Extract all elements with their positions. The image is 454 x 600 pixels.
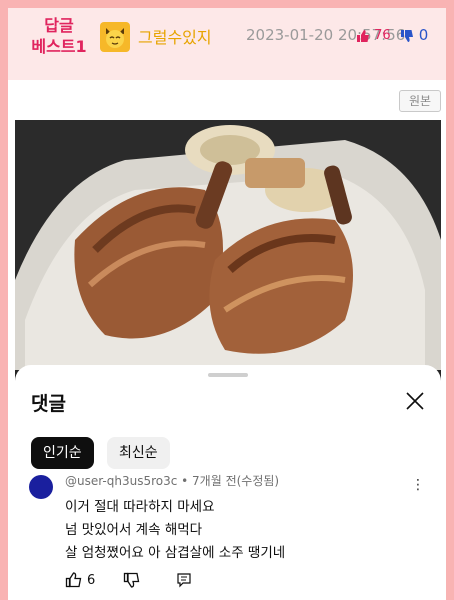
post-frame: 답글 베스트1 그럴수있지 2023-01-20 20:57:56 76 0 원… [8, 8, 446, 600]
thumbs-up-icon [65, 572, 82, 588]
more-options-icon[interactable]: ⋮ [411, 477, 425, 493]
dislike-button[interactable] [123, 571, 141, 591]
post-photo: 댓글 인기순 최신순 @user-qh3us5ro3c • 7개월 전(수정됨)… [15, 120, 441, 600]
thumbs-up-icon [357, 29, 369, 42]
comment-line-1: 이거 절대 따라하지 마세요 [65, 499, 215, 515]
close-icon[interactable] [403, 389, 427, 413]
upvote-control[interactable]: 76 [356, 28, 391, 43]
original-image-button[interactable]: 원본 [399, 90, 441, 112]
tab-newest[interactable]: 최신순 [107, 437, 170, 469]
tab-popular[interactable]: 인기순 [31, 437, 94, 469]
thumbs-down-icon [123, 572, 140, 588]
downvote-count: 0 [418, 26, 429, 44]
like-count: 6 [87, 573, 96, 588]
comment-line-2: 넘 맛있어서 계속 해먹다 [65, 522, 203, 538]
comments-sheet: 댓글 인기순 최신순 @user-qh3us5ro3c • 7개월 전(수정됨)… [15, 365, 441, 600]
upvote-count: 76 [374, 28, 391, 43]
author-name[interactable]: 그럴수있지 [138, 24, 212, 48]
comment-line-3: 살 엄청쪘어요 아 삼겹살에 소주 땡기네 [65, 545, 286, 561]
drag-handle[interactable] [208, 373, 248, 377]
like-button[interactable]: 6 [65, 571, 95, 591]
best-reply-badge: 답글 베스트1 [18, 15, 100, 57]
comment-meta: @user-qh3us5ro3c • 7개월 전(수정됨) [65, 474, 280, 488]
post-header: 답글 베스트1 그럴수있지 2023-01-20 20:57:56 76 0 [8, 8, 446, 80]
comments-title: 댓글 [31, 393, 66, 415]
comment-actions: 6 [65, 571, 265, 591]
commenter-avatar[interactable] [29, 475, 53, 499]
pork-belly-photo [15, 120, 441, 370]
badge-line-2: 베스트1 [31, 37, 87, 56]
thumbs-down-icon [401, 29, 413, 42]
downvote-control[interactable]: 0 [400, 26, 428, 44]
reply-button[interactable] [175, 571, 193, 591]
badge-line-1: 답글 [44, 16, 74, 35]
author-avatar-icon[interactable] [100, 22, 130, 52]
reply-icon [177, 573, 191, 588]
